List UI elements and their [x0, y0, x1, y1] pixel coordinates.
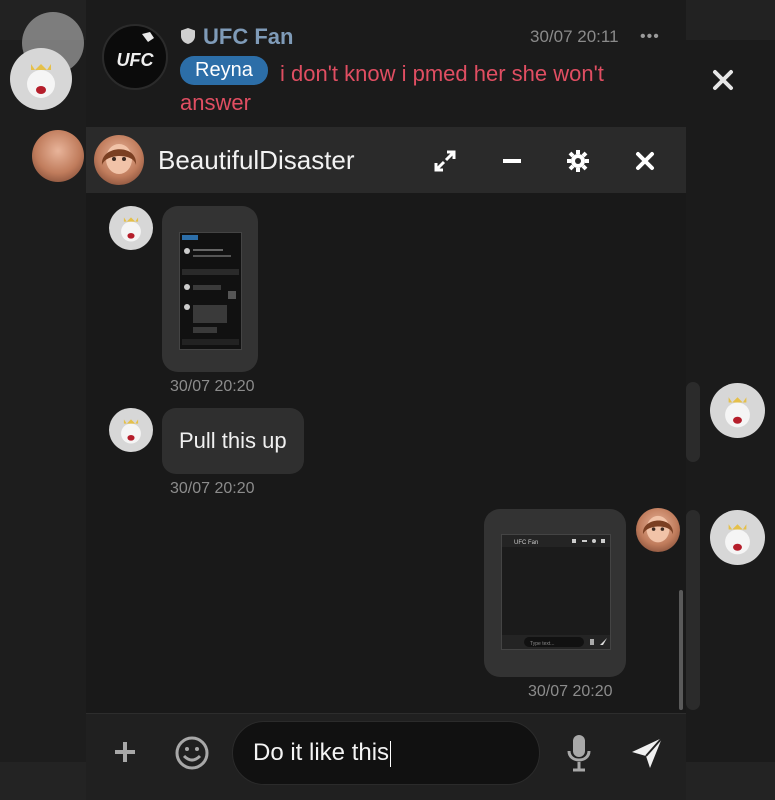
own-avatar: [636, 508, 680, 552]
image-thumbnail[interactable]: UFC Fan Type text...: [501, 534, 611, 650]
image-thumbnail[interactable]: [179, 232, 242, 350]
expand-icon[interactable]: [430, 146, 460, 176]
message-input-text[interactable]: Do it like this: [253, 739, 392, 767]
background-bubble: [686, 382, 700, 462]
notification-sender[interactable]: UFC Fan: [203, 24, 293, 50]
close-icon[interactable]: [630, 146, 660, 176]
message-timestamp: 30/07 20:20: [528, 683, 613, 700]
shield-icon: [180, 27, 198, 45]
message-timestamp: 30/07 20:20: [170, 378, 255, 395]
background-avatar-user: [32, 130, 84, 182]
background-close-icon[interactable]: [705, 62, 741, 98]
message-avatar: [109, 408, 153, 452]
message-timestamp: 30/07 20:20: [170, 480, 255, 497]
chat-title: BeautifulDisaster: [158, 145, 355, 175]
more-options-icon[interactable]: •••: [640, 28, 660, 46]
microphone-icon[interactable]: [563, 732, 595, 774]
text-caret: [390, 740, 392, 767]
background-bubble: [686, 510, 700, 710]
notification-time: 30/07 20:11: [530, 27, 619, 46]
notification-text-line1: i don't know i pmed her she won't: [280, 61, 604, 86]
image-message[interactable]: [162, 206, 258, 372]
message-avatar: [109, 206, 153, 250]
notification-text-line2: answer: [180, 90, 251, 115]
minimize-icon[interactable]: [497, 146, 527, 176]
emoji-icon[interactable]: [172, 733, 212, 773]
thumb-title: UFC Fan: [514, 540, 538, 546]
background-avatar-left: [10, 48, 72, 110]
message-input-value: Do it like this: [253, 739, 390, 766]
scrollbar[interactable]: [679, 590, 683, 710]
send-icon[interactable]: [628, 734, 666, 772]
sender-avatar: UFC: [102, 24, 168, 90]
chat-avatar[interactable]: [94, 135, 144, 185]
thumb-placeholder: Type text...: [530, 641, 554, 647]
background-avatar-right-2: [710, 510, 765, 565]
gear-icon[interactable]: [563, 146, 593, 176]
plus-icon[interactable]: [110, 737, 140, 767]
text-message[interactable]: Pull this up: [162, 408, 304, 474]
mention-tag[interactable]: Reyna: [180, 56, 268, 85]
background-avatar-right-1: [710, 383, 765, 438]
sender-avatar-label: UFC: [117, 50, 155, 70]
image-message-outgoing[interactable]: UFC Fan Type text...: [484, 509, 626, 677]
